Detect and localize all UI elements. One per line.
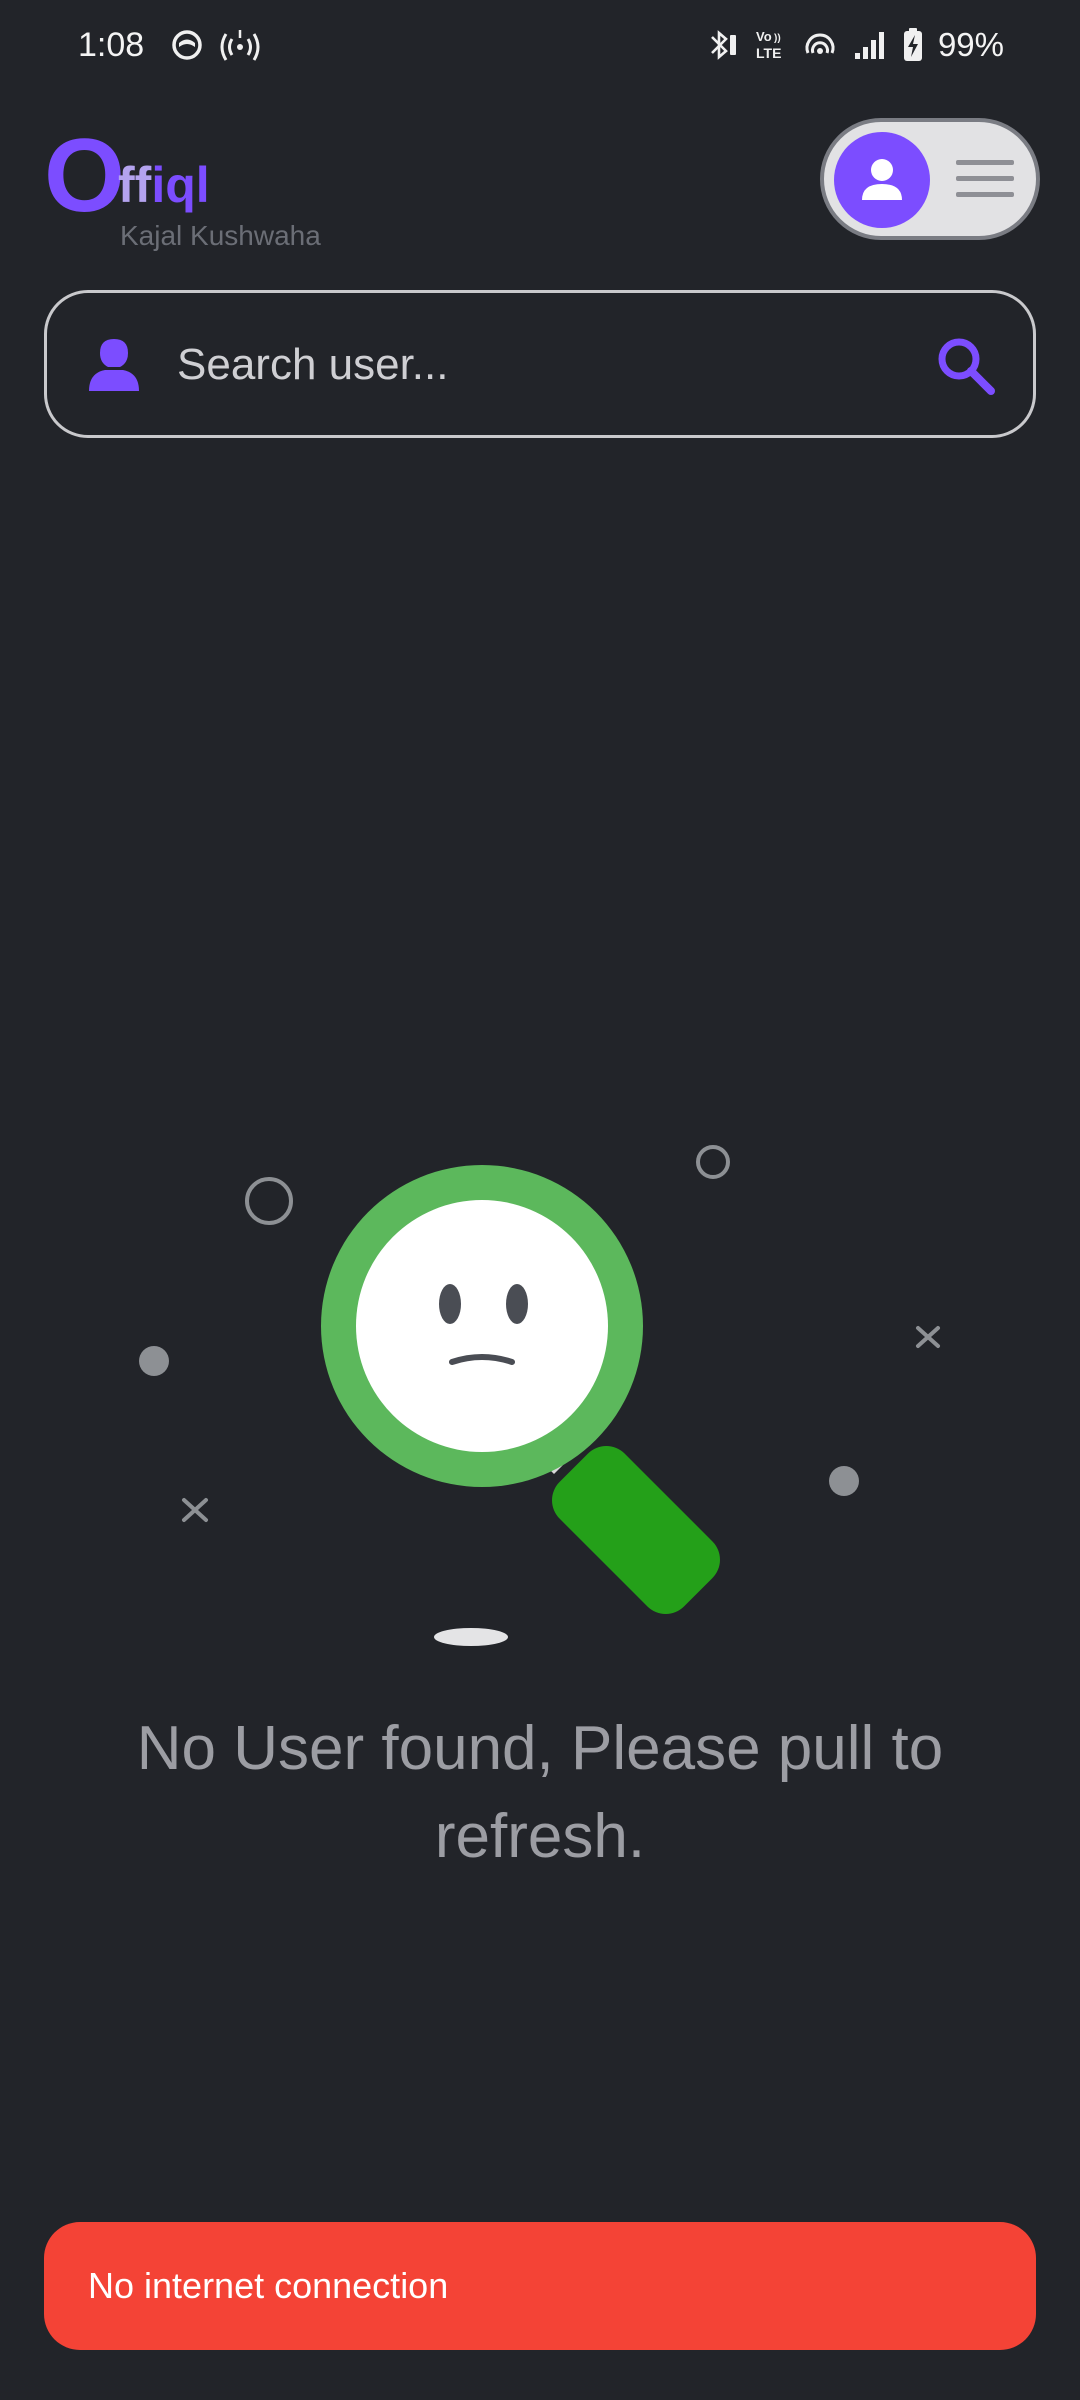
app-header: O ffiql Kajal Kushwaha: [0, 110, 1080, 260]
hotspot-icon: [220, 30, 260, 61]
logo-wordmark-part2: iql: [151, 157, 210, 213]
logo-initial: O: [44, 118, 125, 234]
hamburger-menu-icon[interactable]: [956, 158, 1014, 200]
magnifier-lens: [356, 1200, 608, 1452]
status-bar: 1:08 Vo )) LTE 99%: [0, 0, 1080, 96]
snackbar: No internet connection: [44, 2222, 1036, 2350]
status-time: 1:08: [78, 26, 145, 64]
sad-face-eye-right: [506, 1284, 528, 1324]
svg-text:)): )): [774, 33, 781, 44]
app-logo: O ffiql Kajal Kushwaha: [44, 124, 364, 251]
decor-dot-left: [139, 1346, 169, 1376]
logo-wordmark-part1: ff: [118, 157, 152, 213]
profile-menu-toggle[interactable]: [820, 118, 1040, 240]
snackbar-message: No internet connection: [88, 2265, 449, 2306]
decor-ring-left: [245, 1177, 293, 1225]
bluetooth-icon: [711, 30, 736, 60]
svg-text:Vo: Vo: [756, 29, 772, 44]
empty-state-illustration: [139, 1145, 940, 1646]
search-bar[interactable]: [44, 290, 1036, 438]
magnifier-shadow: [434, 1628, 508, 1646]
decor-dot-right: [829, 1466, 859, 1496]
status-left-icons: [170, 28, 260, 62]
user-name-label: Kajal Kushwaha: [120, 220, 321, 251]
logo-wordmark: ffiql: [118, 160, 210, 210]
status-right-icons: Vo )) LTE 99%: [704, 26, 1004, 64]
decor-ring-top: [696, 1145, 730, 1179]
user-icon: [89, 339, 139, 391]
decor-cross-right: [916, 1326, 940, 1348]
search-input[interactable]: [177, 327, 937, 403]
wifi-calling-icon: [805, 33, 835, 54]
app-screen: 1:08 Vo )) LTE 99% O ffiql Kajal Kushwah…: [0, 0, 1080, 2400]
svg-text:LTE: LTE: [756, 45, 781, 61]
notification-app-icon: [172, 30, 202, 60]
empty-state-message: No User found, Please pull to refresh.: [136, 1714, 944, 1871]
decor-cross-left: [182, 1498, 208, 1522]
volte-icon: Vo )) LTE: [756, 29, 781, 61]
person-icon: [862, 159, 902, 200]
battery-charging-icon: [903, 28, 922, 61]
search-icon[interactable]: [933, 333, 999, 399]
magnifier-handle: [552, 1446, 720, 1614]
signal-icon: [854, 32, 884, 59]
sad-face-eye-left: [439, 1284, 461, 1324]
battery-percentage: 99%: [937, 26, 1004, 63]
avatar[interactable]: [834, 132, 930, 228]
